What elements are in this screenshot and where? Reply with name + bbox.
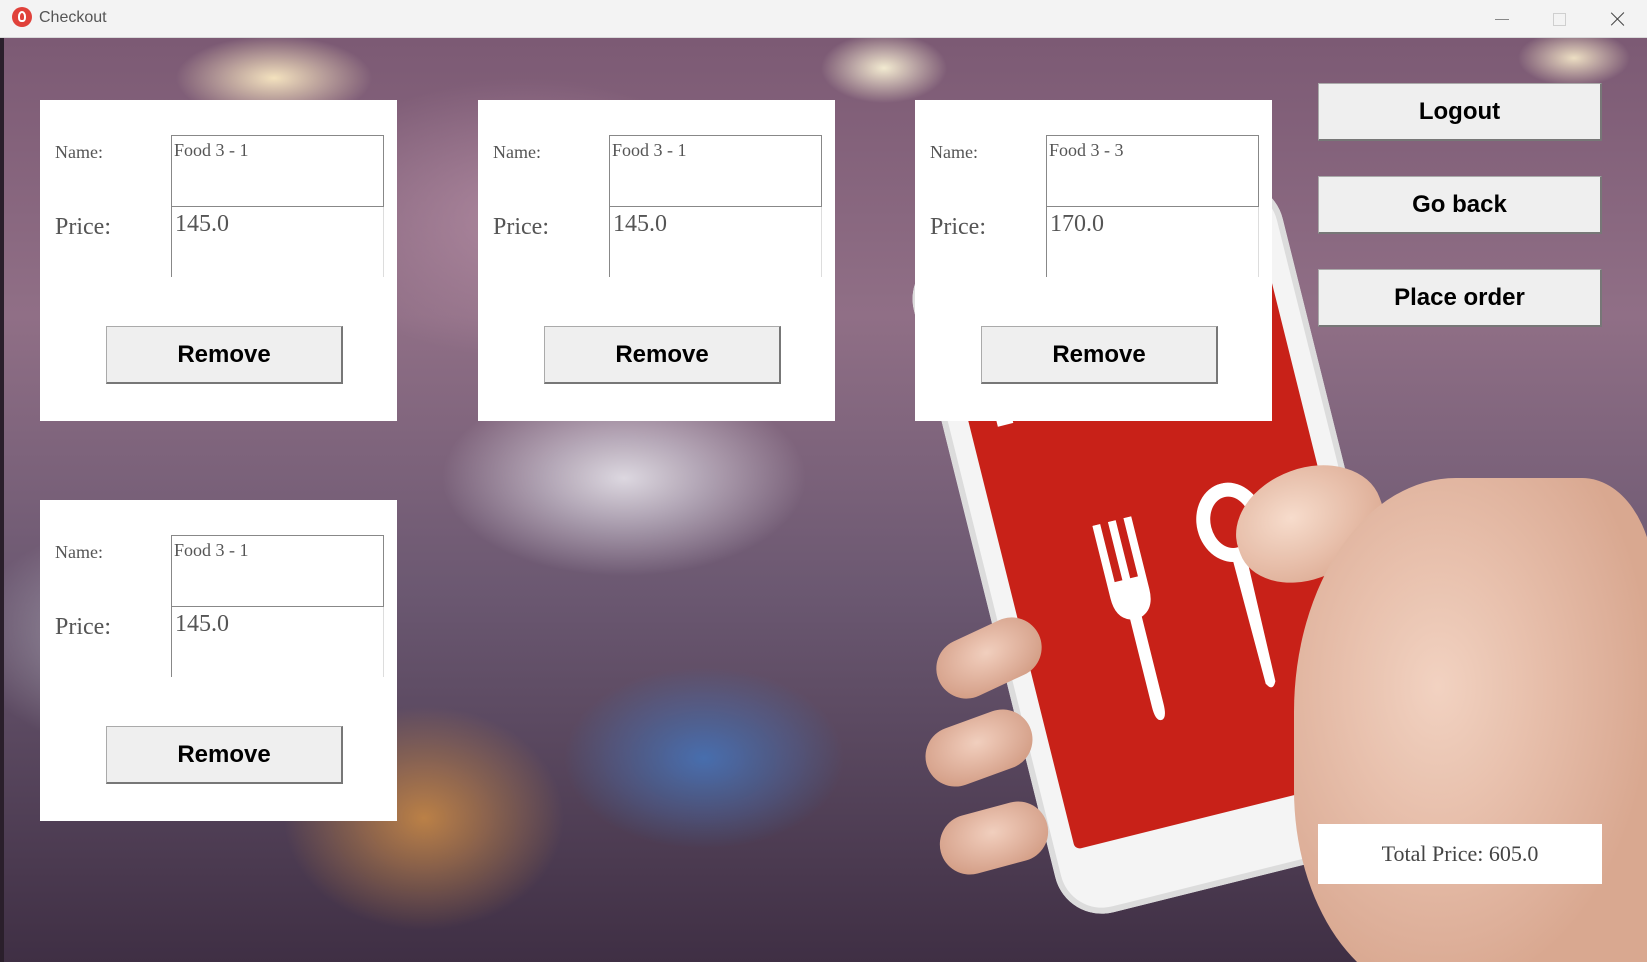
remove-button[interactable]: Remove — [106, 726, 343, 784]
minimize-icon — [1495, 18, 1509, 20]
item-name-field[interactable]: Food 3 - 1 — [171, 535, 384, 607]
name-label: Name: — [55, 142, 103, 162]
price-label: Price: — [55, 614, 111, 640]
cart-item-card: Name: Food 3 - 1 Price: 145.0 Remove — [40, 500, 397, 821]
remove-button[interactable]: Remove — [106, 326, 343, 384]
total-price-display: Total Price: 605.0 — [1318, 824, 1602, 884]
app-icon — [12, 7, 32, 27]
price-label: Price: — [55, 214, 111, 240]
item-price-field[interactable]: 145.0 — [609, 207, 822, 277]
go-back-button[interactable]: Go back — [1318, 176, 1602, 234]
logout-button[interactable]: Logout — [1318, 83, 1602, 141]
close-icon — [1610, 11, 1626, 27]
cart-item-card: Name: Food 3 - 1 Price: 145.0 Remove — [40, 100, 397, 421]
price-label: Price: — [493, 214, 549, 240]
close-button[interactable] — [1589, 0, 1647, 38]
cart-item-card: Name: Food 3 - 1 Price: 145.0 Remove — [478, 100, 835, 421]
item-price-field[interactable]: 145.0 — [171, 207, 384, 277]
maximize-button[interactable] — [1530, 0, 1588, 38]
item-price-field[interactable]: 145.0 — [171, 607, 384, 677]
item-name-field[interactable]: Food 3 - 1 — [171, 135, 384, 207]
name-label: Name: — [493, 142, 541, 162]
hand-illustration — [1294, 478, 1647, 962]
minimize-button[interactable] — [1473, 0, 1531, 38]
fork-icon — [1092, 516, 1165, 721]
item-name-field[interactable]: Food 3 - 1 — [609, 135, 822, 207]
maximize-icon — [1552, 12, 1566, 26]
remove-button[interactable]: Remove — [981, 326, 1218, 384]
remove-button[interactable]: Remove — [544, 326, 781, 384]
finger-illustration — [933, 794, 1055, 882]
item-name-field[interactable]: Food 3 - 3 — [1046, 135, 1259, 207]
window-title: Checkout — [39, 9, 107, 26]
title-bar: Checkout — [0, 0, 1647, 38]
name-label: Name: — [55, 542, 103, 562]
item-price-field[interactable]: 170.0 — [1046, 207, 1259, 277]
cart-item-card: Name: Food 3 - 3 Price: 170.0 Remove — [915, 100, 1272, 421]
place-order-button[interactable]: Place order — [1318, 269, 1602, 327]
price-label: Price: — [930, 214, 986, 240]
name-label: Name: — [930, 142, 978, 162]
